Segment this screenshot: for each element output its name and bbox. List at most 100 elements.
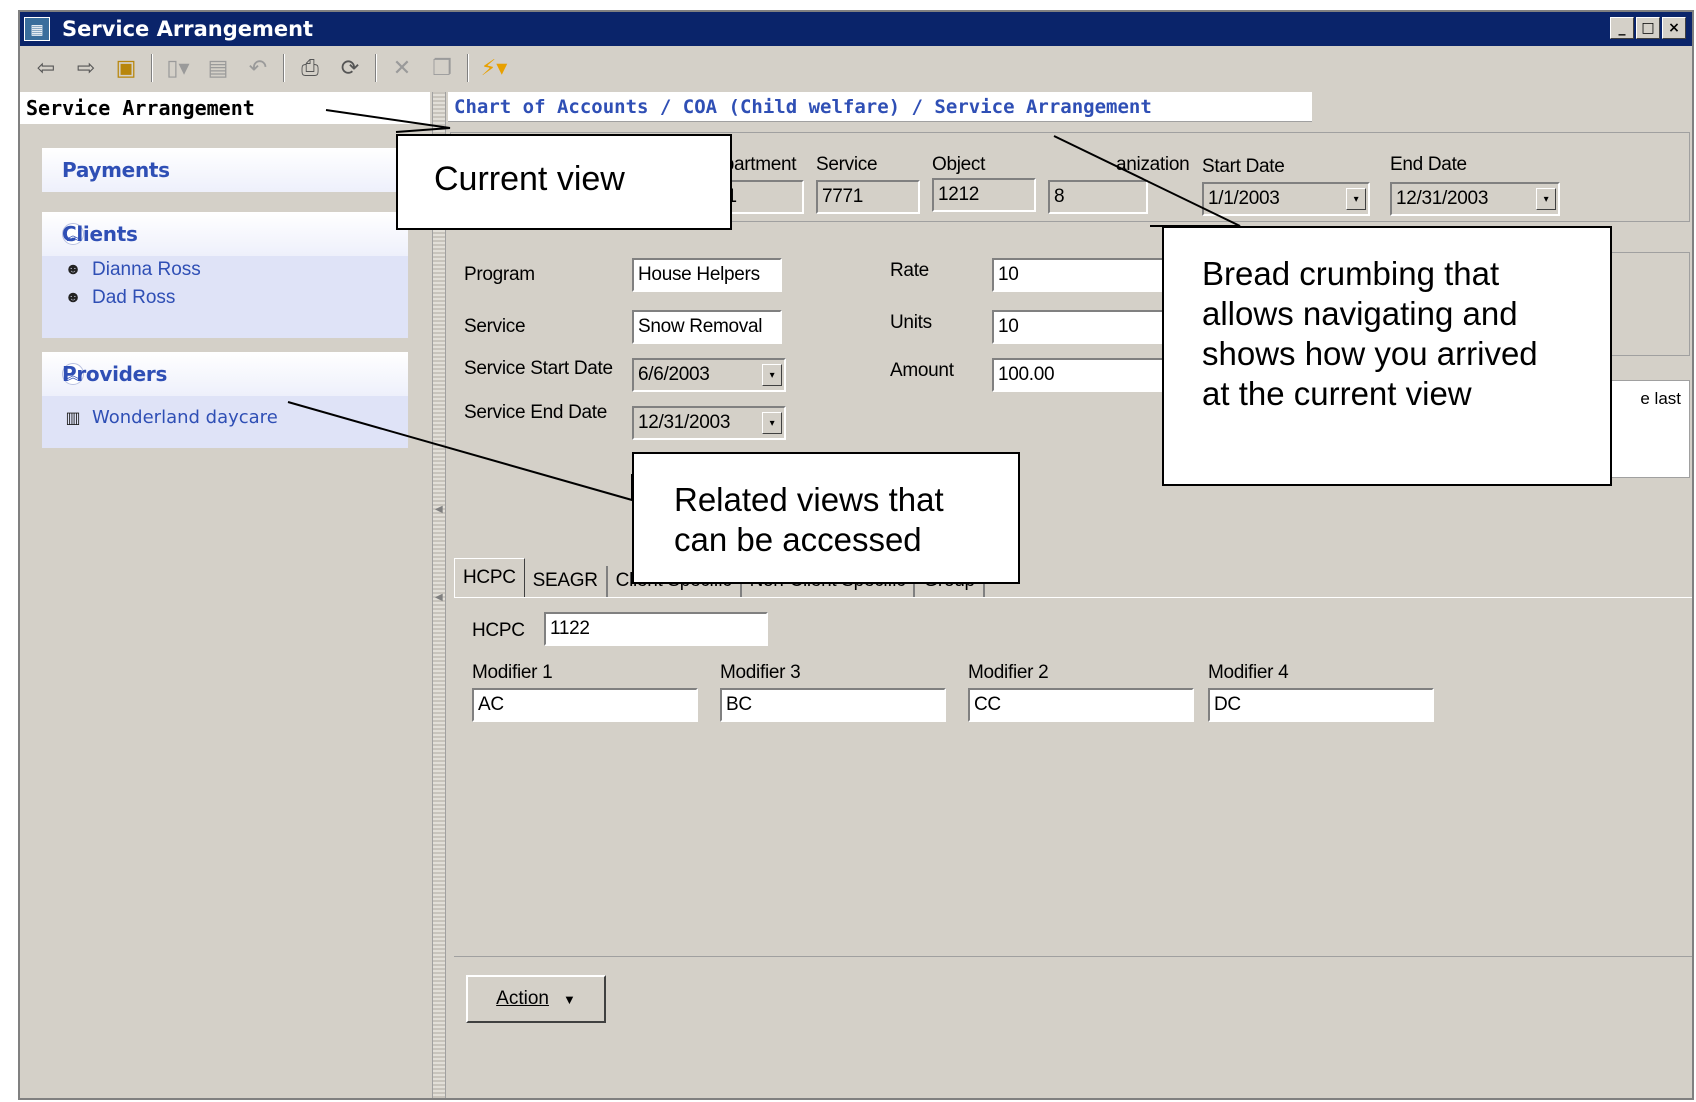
new-document-icon[interactable]: ▯▾ [160,52,196,84]
callout-related-views: Related views that can be accessed [632,452,1020,584]
rate-label: Rate [890,260,929,281]
coa-service-field[interactable]: 7771 [816,180,920,214]
callout-current-view-text: Current view [434,160,625,198]
pane-splitter[interactable]: ◀ ◀ [432,92,446,1098]
clients-section: Clients ︽ ☻ Dianna Ross ☻ Dad Ross [42,212,408,338]
toolbar-separator [467,54,469,82]
undo-icon[interactable]: ↶ [240,52,276,84]
service-field[interactable]: Snow Removal [632,310,782,344]
providers-section: Providers ︽ ▥ Wonderland daycare [42,352,408,448]
program-label: Program [464,264,535,285]
callout-breadcrumb: Bread crumbing that allows navigating an… [1162,226,1612,486]
client-name: Dianna Ross [92,259,201,280]
hcpc-label: HCPC [472,620,525,641]
provider-name: Wonderland daycare [92,406,278,428]
modifier-2-field[interactable]: CC [968,688,1194,722]
person-icon: ☻ [64,289,82,306]
callout-breadcrumb-line: Bread crumbing that [1202,255,1500,292]
building-icon: ▥ [65,407,81,427]
close-button[interactable]: × [1662,17,1686,39]
callout-breadcrumb-line: shows how you arrived [1202,335,1538,372]
dropdown-arrow-icon[interactable]: ▾ [762,364,782,386]
toolbar-separator [283,54,285,82]
modifier-3-label: Modifier 3 [720,662,801,683]
service-label: Service [464,316,526,337]
organization-label: anization [1116,154,1190,175]
back-arrow-icon[interactable]: ⇦ [28,52,64,84]
organization-field[interactable]: 8 [1048,180,1148,214]
copy-icon[interactable]: ❐ [424,52,460,84]
clients-header[interactable]: Clients ︽ [42,212,408,256]
modifier-1-field[interactable]: AC [472,688,698,722]
clients-label: Clients [62,222,138,246]
modifier-1-label: Modifier 1 [472,662,553,683]
action-bar: Action ▼ [454,956,1692,1098]
start-date-value: 1/1/2003 [1208,188,1280,209]
dropdown-caret-icon: ▼ [562,991,576,1007]
hcpc-field[interactable]: 1122 [544,612,768,646]
splitter-left-arrow-icon: ◀ [435,592,443,603]
tab-seagr[interactable]: SEAGR [525,566,608,598]
toolbar-separator [151,54,153,82]
object-label: Object [932,154,986,175]
toolbar: ⇦ ⇨ ▣ ▯▾ ▤ ↶ ⎙ ⟳ ✕ ❐ ⚡▾ [20,48,1692,88]
tab-hcpc[interactable]: HCPC [454,558,525,598]
actions-lightning-icon[interactable]: ⚡▾ [476,52,512,84]
modifier-4-field[interactable]: DC [1208,688,1434,722]
delete-icon[interactable]: ✕ [384,52,420,84]
providers-label: Providers [62,362,168,386]
breadcrumb[interactable]: Chart of Accounts / COA (Child welfare) … [448,92,1312,122]
end-date-field[interactable]: 12/31/2003 ▾ [1390,182,1560,216]
action-button[interactable]: Action ▼ [466,975,606,1023]
program-field[interactable]: House Helpers [632,258,782,292]
payments-header[interactable]: Payments [42,148,408,192]
callout-breadcrumb-line: at the current view [1202,375,1472,412]
payments-label: Payments [62,158,170,182]
toolbar-separator [375,54,377,82]
coa-service-label: Service [816,154,878,175]
callout-related-line: Related views that [674,481,944,518]
providers-header[interactable]: Providers ︽ [42,352,408,396]
dropdown-arrow-icon[interactable]: ▾ [762,412,782,434]
callout-current-view: Current view [396,134,732,230]
save-icon[interactable]: ▤ [200,52,236,84]
payments-section: Payments [42,148,408,192]
maximize-button[interactable]: □ [1636,17,1660,39]
service-end-date-label: Service End Date [464,402,608,423]
modifier-2-label: Modifier 2 [968,662,1049,683]
service-start-date-label: Service Start Date [464,358,613,379]
client-item-dianna-ross[interactable]: ☻ Dianna Ross [42,256,408,284]
title-bar: ▦ Service Arrangement _ □ × [20,12,1692,46]
service-end-date-value: 12/31/2003 [638,412,731,433]
dropdown-arrow-icon[interactable]: ▾ [1346,188,1366,210]
action-label: Action [496,988,549,1009]
tab-divider [454,597,1692,599]
app-icon: ▦ [24,17,50,41]
splitter-left-arrow-icon: ◀ [435,504,443,515]
units-label: Units [890,312,932,333]
service-start-date-value: 6/6/2003 [638,364,710,385]
refresh-icon[interactable]: ⟳ [332,52,368,84]
person-icon: ☻ [64,261,82,278]
forward-arrow-icon[interactable]: ⇨ [68,52,104,84]
start-date-field[interactable]: 1/1/2003 ▾ [1202,182,1370,216]
dropdown-arrow-icon[interactable]: ▾ [1536,188,1556,210]
window-controls: _ □ × [1610,17,1686,39]
amount-label: Amount [890,360,954,381]
window-title: Service Arrangement [62,17,314,41]
print-icon[interactable]: ⎙ [292,52,328,84]
minimize-button[interactable]: _ [1610,17,1634,39]
provider-item-wonderland-daycare[interactable]: ▥ Wonderland daycare [42,396,408,431]
service-end-date-field[interactable]: 12/31/2003 ▾ [632,406,786,440]
callout-related-line: can be accessed [674,521,922,558]
end-date-value: 12/31/2003 [1396,188,1489,209]
current-view-title: Service Arrangement [20,92,430,124]
object-field[interactable]: 1212 [932,178,1036,212]
modifier-3-field[interactable]: BC [720,688,946,722]
client-name: Dad Ross [92,287,176,308]
callout-breadcrumb-line: allows navigating and [1202,295,1518,332]
service-start-date-field[interactable]: 6/6/2003 ▾ [632,358,786,392]
end-date-label: End Date [1390,154,1467,175]
client-item-dad-ross[interactable]: ☻ Dad Ross [42,284,408,312]
up-folder-icon[interactable]: ▣ [108,52,144,84]
